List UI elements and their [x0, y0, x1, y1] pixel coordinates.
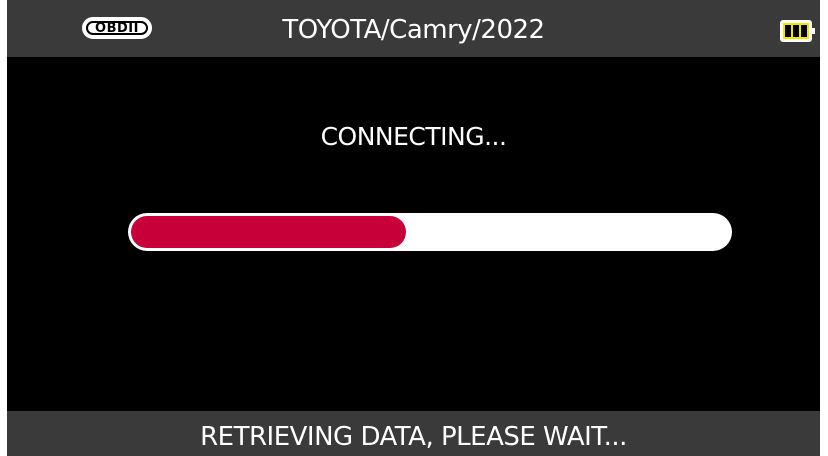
battery-full-icon — [780, 20, 815, 42]
connection-status: CONNECTING... — [320, 122, 507, 151]
header-bar: OBDII TOYOTA/Camry/2022 — [7, 0, 820, 57]
footer-message: RETRIEVING DATA, PLEASE WAIT... — [200, 422, 627, 452]
progress-bar-fill — [131, 216, 406, 248]
battery-cells — [785, 25, 807, 37]
device-screen: OBDII TOYOTA/Camry/2022 CONNECTING... RE… — [7, 0, 820, 456]
footer-bar: RETRIEVING DATA, PLEASE WAIT... — [7, 411, 820, 456]
battery-cell — [785, 25, 791, 37]
battery-cell — [793, 25, 799, 37]
battery-tip — [812, 28, 815, 34]
vehicle-title: TOYOTA/Camry/2022 — [282, 15, 545, 45]
progress-bar — [128, 213, 732, 251]
battery-cell — [801, 25, 807, 37]
